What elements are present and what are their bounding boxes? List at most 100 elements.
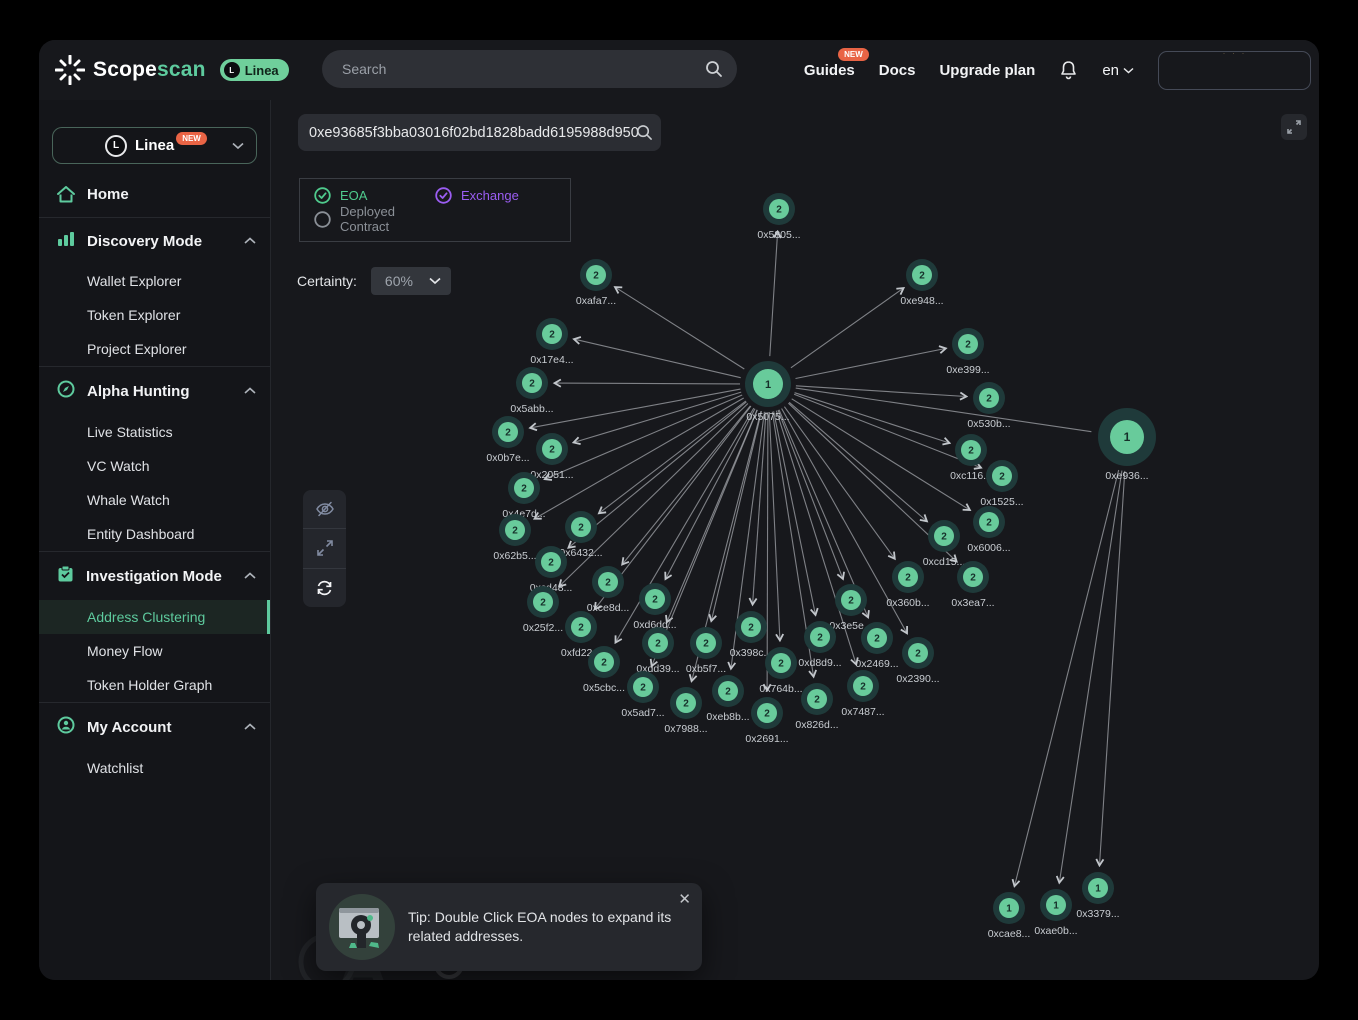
- nav-guides[interactable]: GuidesNEW: [804, 62, 855, 79]
- sidebar-item-watchlist[interactable]: Watchlist: [39, 751, 270, 785]
- network-selector[interactable]: L Linea NEW: [52, 127, 257, 164]
- circle-icon: [314, 211, 331, 228]
- svg-text:2: 2: [549, 445, 555, 456]
- graph-node-dd39[interactable]: 20xdd39...: [636, 627, 679, 675]
- graph-node-360b[interactable]: 20x360b...: [886, 561, 929, 609]
- fullscreen-button[interactable]: [1281, 114, 1307, 140]
- graph-node-ae0b[interactable]: 10xae0b...: [1034, 889, 1077, 937]
- graph-node-2390[interactable]: 20x2390...: [896, 637, 939, 685]
- close-icon[interactable]: ✕: [678, 892, 691, 907]
- refresh-button[interactable]: [303, 568, 346, 607]
- graph-node-2051[interactable]: 20x2051...: [530, 433, 573, 481]
- user-icon: [57, 716, 75, 738]
- sidebar-item-vc-watch[interactable]: VC Watch: [39, 449, 270, 483]
- global-search[interactable]: [322, 50, 737, 88]
- svg-text:2: 2: [578, 623, 584, 634]
- graph-node-17e4[interactable]: 20x17e4...: [530, 318, 573, 366]
- node-address-label: 0xcae8...: [988, 928, 1031, 940]
- sidebar-item-token-holder-graph[interactable]: Token Holder Graph: [39, 668, 270, 702]
- graph-node-530b[interactable]: 20x530b...: [967, 382, 1010, 430]
- node-address-label: 0x2390...: [896, 673, 939, 685]
- graph-node-2691[interactable]: 20x2691...: [745, 697, 788, 745]
- sidebar-item-live-statistics[interactable]: Live Statistics: [39, 415, 270, 449]
- graph-node-6006[interactable]: 20x6006...: [967, 506, 1010, 554]
- sidebar-item-address-clustering[interactable]: Address Clustering: [39, 600, 270, 634]
- graph-node-5abb[interactable]: 20x5abb...: [510, 367, 553, 415]
- address-input[interactable]: [298, 125, 661, 141]
- graph-node-3379[interactable]: 1 0x3379...: [1076, 872, 1119, 920]
- graph-node-5ad7[interactable]: 20x5ad7...: [621, 671, 664, 719]
- sidebar-item-project-explorer[interactable]: Project Explorer: [39, 332, 270, 366]
- graph-node-d6dd[interactable]: 20xd6dd...: [633, 583, 676, 631]
- legend-item-exchange[interactable]: Exchange: [435, 187, 556, 204]
- sidebar-section-discovery-mode[interactable]: Discovery Mode: [39, 218, 270, 264]
- search-icon[interactable]: [636, 124, 653, 141]
- graph-node-0b7e[interactable]: 20x0b7e...: [486, 416, 529, 464]
- graph-node-eb8b[interactable]: 20xeb8b...: [706, 675, 749, 723]
- graph-node-7988[interactable]: 20x7988...: [664, 687, 707, 735]
- search-icon[interactable]: [705, 60, 723, 78]
- graph-node-3e5e[interactable]: 20x3e5e...: [829, 584, 872, 632]
- graph-edge: [615, 287, 744, 369]
- language-selector[interactable]: en: [1102, 62, 1134, 79]
- graph-node-5075[interactable]: 10x5075...: [745, 361, 791, 423]
- graph-node-7487[interactable]: 20x7487...: [841, 670, 884, 718]
- chevron-down-icon: [1123, 67, 1134, 74]
- expand-icon: [316, 539, 334, 557]
- sidebar-item-whale-watch[interactable]: Whale Watch: [39, 483, 270, 517]
- node-address-label: 0x5805...: [757, 229, 800, 241]
- node-address-label: 0x2691...: [745, 733, 788, 745]
- nav-docs[interactable]: Docs: [879, 62, 916, 79]
- graph-node-e399[interactable]: 20xe399...: [946, 328, 989, 376]
- compass-icon: [57, 380, 75, 402]
- graph-node-e948[interactable]: 20xe948...: [900, 259, 943, 307]
- node-address-label: 0xe948...: [900, 295, 943, 307]
- wallet-button[interactable]: [1158, 51, 1311, 90]
- sidebar-item-token-explorer[interactable]: Token Explorer: [39, 298, 270, 332]
- fullscreen-icon: [1287, 120, 1301, 134]
- svg-text:2: 2: [776, 205, 782, 216]
- hide-labels-button[interactable]: [303, 490, 346, 528]
- tip-popup: Tip: Double Click EOA nodes to expand it…: [316, 883, 702, 971]
- graph-node-398c[interactable]: 20x398c...: [730, 611, 773, 659]
- graph-edge: [796, 349, 946, 379]
- sidebar-item-entity-dashboard[interactable]: Entity Dashboard: [39, 517, 270, 551]
- graph-node-cd15[interactable]: 20xcd15...: [923, 520, 966, 568]
- node-address-label: 0xe399...: [946, 364, 989, 376]
- svg-text:2: 2: [817, 633, 823, 644]
- graph-node-6432[interactable]: 20x6432...: [559, 511, 602, 559]
- graph-edge: [1059, 471, 1122, 883]
- graph-node-62b5[interactable]: 20x62b5...: [493, 514, 536, 562]
- graph-node-e936[interactable]: 10xe936...: [1098, 408, 1156, 482]
- sidebar-section-my-account[interactable]: My Account: [39, 703, 270, 751]
- clipboard-icon: [57, 565, 74, 587]
- legend-item-eoa[interactable]: EOA: [314, 187, 435, 204]
- node-address-label: 0x3379...: [1076, 908, 1119, 920]
- graph-node-3ea7[interactable]: 20x3ea7...: [951, 561, 994, 609]
- sidebar-item-wallet-explorer[interactable]: Wallet Explorer: [39, 264, 270, 298]
- svg-text:1: 1: [1095, 884, 1101, 895]
- svg-text:2: 2: [968, 446, 974, 457]
- graph-node-cae8[interactable]: 10xcae8...: [988, 892, 1031, 940]
- sidebar-section-investigation-mode[interactable]: Investigation Mode: [39, 552, 270, 600]
- graph-edge: [784, 407, 894, 559]
- address-search-box[interactable]: [298, 114, 661, 151]
- legend-item-deployed-contract[interactable]: Deployed Contract: [314, 204, 435, 234]
- bell-icon[interactable]: [1059, 60, 1078, 80]
- svg-text:2: 2: [970, 573, 976, 584]
- sidebar-section-alpha-hunting[interactable]: Alpha Hunting: [39, 367, 270, 415]
- graph-node-afa7[interactable]: 20xafa7...: [576, 259, 616, 307]
- graph-node-1525[interactable]: 20x1525...: [980, 460, 1023, 508]
- sidebar-item-home[interactable]: Home: [39, 164, 270, 217]
- certainty-select[interactable]: 60%: [371, 267, 451, 295]
- brand[interactable]: Scopescan L Linea: [55, 55, 289, 85]
- graph-node-b5f7[interactable]: 20xb5f7...: [686, 627, 726, 675]
- nav-upgrade-plan[interactable]: Upgrade plan: [939, 62, 1035, 79]
- graph-edge: [623, 406, 751, 564]
- search-input[interactable]: [322, 61, 705, 77]
- sidebar-item-money-flow[interactable]: Money Flow: [39, 634, 270, 668]
- node-type-legend: EOAExchangeDeployed Contract: [299, 178, 571, 242]
- expand-graph-button[interactable]: [303, 528, 346, 567]
- graph-node-5805[interactable]: 2 0x5805...: [757, 193, 800, 241]
- graph-toolbar: [303, 490, 346, 607]
